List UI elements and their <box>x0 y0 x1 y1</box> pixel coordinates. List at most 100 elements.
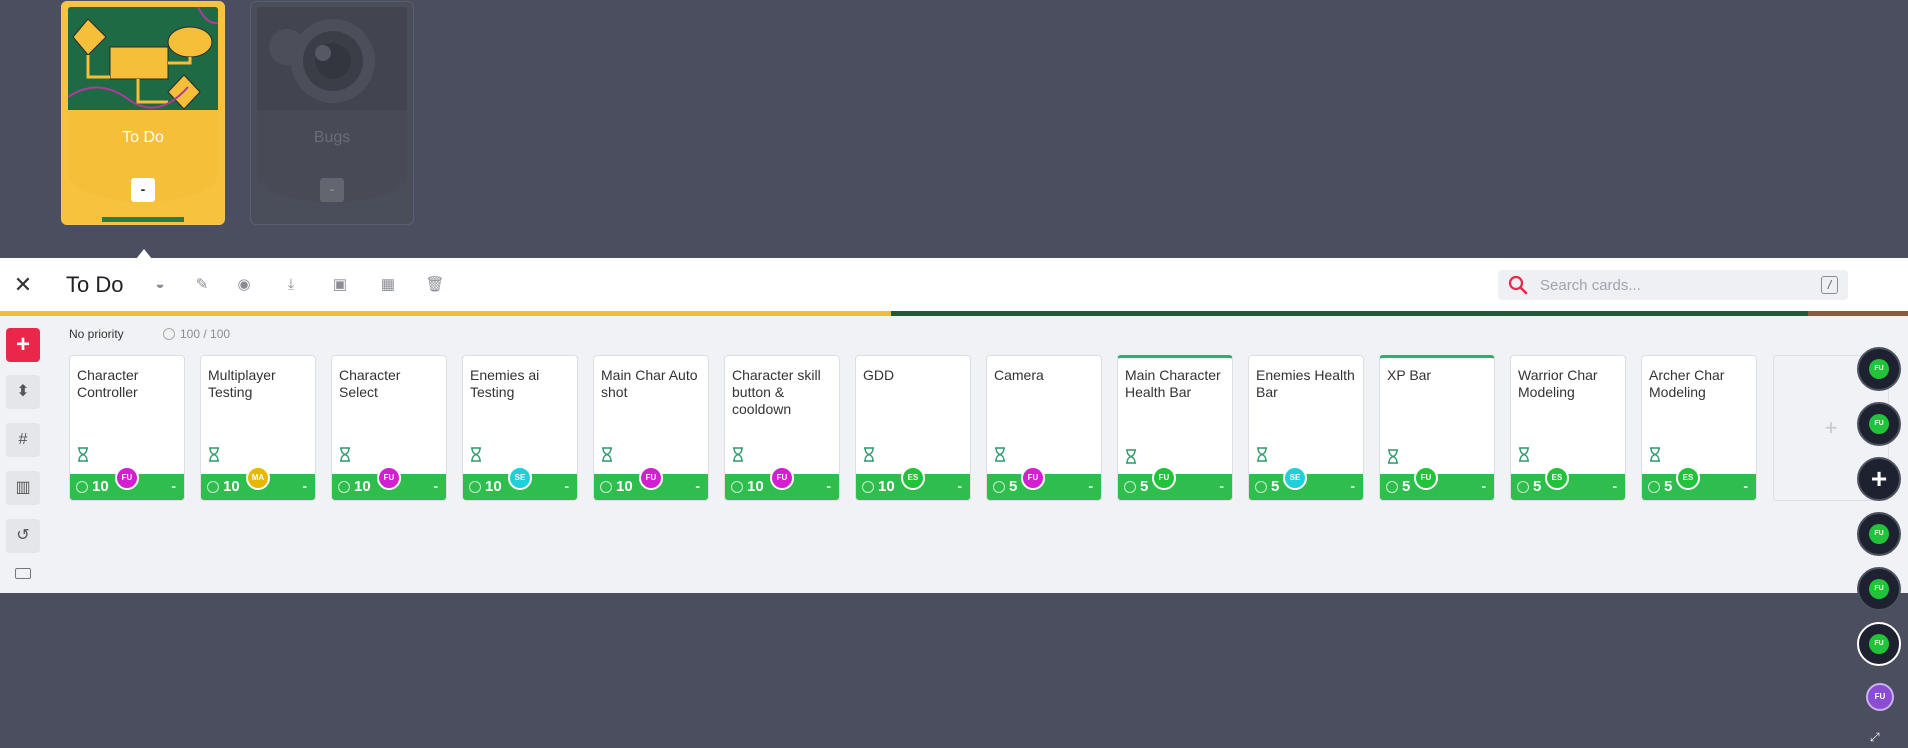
points-icon <box>862 481 874 493</box>
card-menu-button[interactable]: - <box>564 478 569 494</box>
task-card[interactable]: Enemies Health Bar 5 SE - <box>1248 355 1364 501</box>
card-menu-button[interactable]: - <box>1219 478 1224 494</box>
calendar-icon[interactable]: ▦ <box>377 274 399 296</box>
assignee-avatar[interactable]: FU <box>1021 466 1045 490</box>
card-menu-button[interactable]: - <box>302 478 307 494</box>
expand-icon[interactable]: ⤢ <box>1870 730 1886 744</box>
assignee-avatar[interactable]: ES <box>1545 466 1569 490</box>
assignee-avatar[interactable]: ES <box>901 466 925 490</box>
member-avatar[interactable]: FU <box>1857 512 1901 556</box>
card-menu-button[interactable]: - <box>1743 478 1748 494</box>
chart-icon[interactable]: ▥ <box>6 471 40 505</box>
card-menu-button[interactable]: - <box>1612 478 1617 494</box>
hourglass-icon <box>1257 447 1267 462</box>
deck-menu-button[interactable]: - <box>131 178 155 202</box>
card-footer: 5 ES - <box>1642 466 1756 500</box>
card-menu-button[interactable]: - <box>1481 478 1486 494</box>
points-icon <box>993 481 1005 493</box>
points-icon <box>163 328 175 340</box>
card-points: 5 <box>1402 478 1411 495</box>
task-card[interactable]: Character Controller 10 FU - <box>69 355 185 501</box>
task-card[interactable]: Multiplayer Testing 10 MA - <box>200 355 316 501</box>
keyboard-icon[interactable] <box>15 568 31 579</box>
assignee-avatar[interactable]: FU <box>639 466 663 490</box>
hourglass-icon <box>209 447 219 462</box>
card-menu-button[interactable]: - <box>957 478 962 494</box>
card-menu-button[interactable]: - <box>826 478 831 494</box>
eye-icon[interactable]: ◉ <box>233 274 255 296</box>
card-title: Archer Char Modeling <box>1649 367 1725 400</box>
deck-tile-bugs[interactable]: Bugs - <box>250 1 414 225</box>
close-icon[interactable]: ✕ <box>10 272 36 298</box>
deck-tile-todo[interactable]: To Do - <box>61 1 225 225</box>
inbox-download-icon[interactable]: ⤓ <box>280 274 302 296</box>
search-input[interactable] <box>1540 274 1810 296</box>
hourglass-icon <box>1650 447 1660 462</box>
lane-points-value: 100 / 100 <box>180 327 231 341</box>
lane-points: 100 / 100 <box>163 327 230 341</box>
card-menu-button[interactable]: - <box>433 478 438 494</box>
member-initials: FU <box>1869 579 1889 599</box>
member-avatar[interactable]: FU <box>1866 683 1894 711</box>
task-card[interactable]: GDD 10 ES - <box>855 355 971 501</box>
points-icon <box>1124 481 1136 493</box>
points-icon <box>207 481 219 493</box>
member-avatar[interactable]: FU <box>1857 347 1901 391</box>
card-points: 5 <box>1271 478 1280 495</box>
card-footer: 5 SE - <box>1249 466 1363 500</box>
task-card[interactable]: XP Bar 5 FU - <box>1379 355 1495 501</box>
card-points: 10 <box>354 478 371 495</box>
assignee-avatar[interactable]: SE <box>1283 466 1307 490</box>
assignee-avatar[interactable]: ES <box>1676 466 1700 490</box>
points-icon <box>731 481 743 493</box>
card-points: 5 <box>1140 478 1149 495</box>
card-menu-button[interactable]: - <box>171 478 176 494</box>
card-title: Multiplayer Testing <box>208 367 276 400</box>
card-menu-button[interactable]: - <box>1350 478 1355 494</box>
card-title: Enemies Health Bar <box>1256 367 1355 400</box>
deck-menu-button[interactable]: - <box>320 178 344 202</box>
assignee-avatar[interactable]: FU <box>1152 466 1176 490</box>
history-icon[interactable]: ↺ <box>6 519 40 553</box>
pencil-icon[interactable]: ✎ <box>191 274 213 296</box>
add-member-button[interactable]: + <box>1857 457 1901 501</box>
task-card[interactable]: Main Char Auto shot 10 FU - <box>593 355 709 501</box>
assignee-avatar[interactable]: FU <box>377 466 401 490</box>
assignee-avatar[interactable]: FU <box>770 466 794 490</box>
task-card[interactable]: Warrior Char Modeling 5 ES - <box>1510 355 1626 501</box>
assignee-avatar[interactable]: FU <box>1414 466 1438 490</box>
hourglass-icon <box>78 447 88 462</box>
member-avatar[interactable]: FU <box>1857 622 1901 666</box>
sort-icon[interactable]: ⬍ <box>6 375 40 409</box>
task-card[interactable]: Main Character Health Bar 5 FU - <box>1117 355 1233 501</box>
member-avatar[interactable]: FU <box>1857 402 1901 446</box>
task-card[interactable]: Camera 5 FU - <box>986 355 1102 501</box>
assignee-avatar[interactable]: SE <box>508 466 532 490</box>
archive-icon[interactable]: ▣ <box>329 274 351 296</box>
search-bar: / <box>1498 270 1848 300</box>
assignee-avatar[interactable]: FU <box>115 466 139 490</box>
member-initials: FU <box>1869 634 1889 654</box>
hourglass-icon <box>1388 449 1398 464</box>
hourglass-icon <box>1519 447 1529 462</box>
task-card[interactable]: Character Select 10 FU - <box>331 355 447 501</box>
hash-icon[interactable]: # <box>6 423 40 457</box>
search-icon <box>1508 275 1528 295</box>
card-menu-button[interactable]: - <box>695 478 700 494</box>
card-menu-button[interactable]: - <box>1088 478 1093 494</box>
add-card-button[interactable]: + <box>6 328 40 362</box>
card-points: 10 <box>878 478 895 495</box>
trash-icon[interactable]: 🗑 <box>424 274 446 296</box>
task-card[interactable]: Archer Char Modeling 5 ES - <box>1641 355 1757 501</box>
task-card[interactable]: Character skill button & cooldown 10 FU - <box>724 355 840 501</box>
card-footer: 5 FU - <box>1380 466 1494 500</box>
globe-icon[interactable]: ◒ <box>149 274 171 296</box>
task-card[interactable]: Enemies ai Testing 10 SE - <box>462 355 578 501</box>
card-title: Main Char Auto shot <box>601 367 698 400</box>
member-initials: FU <box>1869 524 1889 544</box>
card-footer: 10 SE - <box>463 466 577 500</box>
assignee-avatar[interactable]: MA <box>246 466 270 490</box>
points-icon <box>338 481 350 493</box>
member-avatar[interactable]: FU <box>1857 567 1901 611</box>
points-icon <box>600 481 612 493</box>
